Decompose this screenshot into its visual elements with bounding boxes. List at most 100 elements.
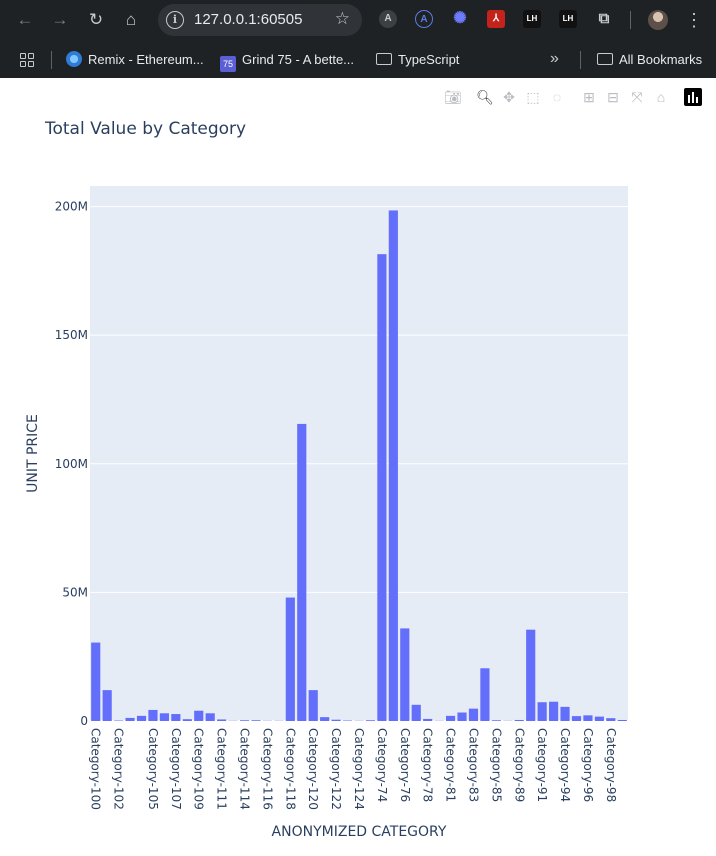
pdf-extension-icon[interactable]: ⅄ xyxy=(487,10,505,28)
x-tick-label: Category-102 xyxy=(112,728,126,810)
address-bar[interactable]: i 127.0.0.1:60505 ☆ xyxy=(158,4,362,36)
x-tick-label: Category-98 xyxy=(604,728,618,802)
bar xyxy=(194,710,204,721)
extensions-puzzle-icon[interactable]: ⧉ xyxy=(595,10,613,28)
bookmark-typescript-folder[interactable]: TypeScript xyxy=(376,51,459,69)
plot-background xyxy=(90,186,628,721)
x-tick-label: Category-91 xyxy=(535,728,549,802)
x-tick-label: Category-78 xyxy=(421,728,435,802)
profile-avatar[interactable] xyxy=(648,10,668,30)
home-icon[interactable]: ⌂ xyxy=(119,8,143,32)
reset-axes-icon[interactable]: ⌂ xyxy=(652,88,670,106)
more-bookmarks-chevron-icon[interactable]: » xyxy=(550,50,559,68)
x-tick-label: Category-118 xyxy=(283,728,297,810)
plotly-logo-icon[interactable] xyxy=(684,88,702,106)
bar xyxy=(514,719,524,721)
bar xyxy=(308,690,318,721)
angular-extension-icon[interactable]: A xyxy=(379,10,397,28)
lighthouse-extension-icon[interactable]: LH xyxy=(523,10,541,28)
x-tick-label: Category-122 xyxy=(329,728,343,810)
apps-grid-icon[interactable] xyxy=(20,53,34,67)
box-select-icon[interactable]: ⬚ xyxy=(524,88,542,106)
y-tick-label: 200M xyxy=(55,200,88,214)
bar xyxy=(571,716,582,721)
bar xyxy=(377,254,387,721)
camera-icon[interactable]: 📷︎ xyxy=(444,88,462,106)
x-tick-label: Category-85 xyxy=(489,728,503,802)
autoscale-icon[interactable]: ⤧ xyxy=(628,88,646,106)
y-tick-label: 150M xyxy=(55,328,88,342)
grind75-icon: 75 xyxy=(220,56,236,72)
x-tick-label: Category-116 xyxy=(260,728,274,810)
bar xyxy=(365,720,376,721)
bar xyxy=(239,720,250,721)
url-text[interactable]: 127.0.0.1:60505 xyxy=(194,11,302,28)
bar xyxy=(159,713,169,721)
bar xyxy=(457,712,467,721)
bookmark-label: TypeScript xyxy=(398,52,460,67)
back-icon[interactable]: ← xyxy=(13,8,37,32)
bar xyxy=(217,719,227,721)
x-axis-title: ANONYMIZED CATEGORY xyxy=(272,824,447,840)
bar xyxy=(388,210,398,721)
lighthouse-extension-icon-2[interactable]: LH xyxy=(559,10,577,28)
bar xyxy=(91,642,101,721)
bar xyxy=(114,720,124,721)
bar xyxy=(606,718,616,721)
remix-icon xyxy=(66,51,82,67)
y-tick-label: 100M xyxy=(55,457,88,471)
bar xyxy=(125,717,135,721)
x-tick-label: Category-100 xyxy=(89,728,103,810)
folder-icon xyxy=(376,53,392,65)
bookmark-label: Remix - Ethereum... xyxy=(88,52,204,67)
all-bookmarks-folder[interactable]: All Bookmarks xyxy=(597,51,702,69)
gear-extension-icon[interactable]: ✺ xyxy=(451,10,469,28)
bookmark-remix[interactable]: Remix - Ethereum... xyxy=(66,51,204,69)
bookmarks-divider xyxy=(580,51,581,69)
pan-icon[interactable]: ✥ xyxy=(500,88,518,106)
lasso-icon[interactable]: ◌ xyxy=(548,88,566,106)
x-tick-label: Category-76 xyxy=(398,728,412,802)
bar xyxy=(411,704,421,721)
bar xyxy=(560,706,570,721)
page-content: 📷︎ 🔍︎ ✥ ⬚ ◌ ⊞ ⊟ ⤧ ⌂ Total Value by Categ… xyxy=(0,78,716,856)
bar xyxy=(583,715,593,721)
bookmark-grind75[interactable]: 75 Grind 75 - A bette... xyxy=(220,51,355,72)
x-tick-label: Category-114 xyxy=(238,728,252,810)
menu-kebab-icon[interactable]: ⋮ xyxy=(684,8,704,32)
bar xyxy=(182,719,192,721)
x-tick-label: Category-111 xyxy=(215,728,229,810)
x-tick-label: Category-83 xyxy=(466,728,480,802)
zoom-out-icon[interactable]: ⊟ xyxy=(604,88,622,106)
x-tick-label: Category-94 xyxy=(558,728,572,802)
bar xyxy=(285,597,295,721)
x-tick-label: Category-120 xyxy=(306,728,320,810)
bar xyxy=(617,719,627,721)
bar xyxy=(331,719,341,721)
bar xyxy=(171,714,181,721)
forward-icon[interactable]: → xyxy=(48,8,72,32)
reload-icon[interactable]: ↻ xyxy=(84,8,108,32)
x-tick-label: Category-81 xyxy=(444,728,458,802)
bookmark-label: Grind 75 - A bette... xyxy=(242,52,355,67)
bar xyxy=(297,423,307,721)
bar-chart: 0 50M 100M 150M 200M Category-100 Category-102… xyxy=(25,186,628,840)
bar xyxy=(423,718,433,721)
bar xyxy=(468,708,479,721)
bookmark-star-icon[interactable]: ☆ xyxy=(335,9,350,29)
x-tick-label: Category-107 xyxy=(169,728,183,810)
browser-toolbar: ← → ↻ ⌂ i 127.0.0.1:60505 ☆ A A ✺ ⅄ LH L… xyxy=(0,0,716,40)
toolbar-divider xyxy=(630,11,631,29)
zoom-icon[interactable]: 🔍︎ xyxy=(476,88,494,106)
bar xyxy=(537,702,547,721)
x-tick-label: Category-74 xyxy=(375,728,389,802)
bar xyxy=(491,720,501,721)
bar xyxy=(205,713,215,721)
bar xyxy=(102,690,112,721)
site-info-icon[interactable]: i xyxy=(166,11,184,29)
zoom-in-icon[interactable]: ⊞ xyxy=(580,88,598,106)
bar xyxy=(400,628,410,721)
a-extension-icon[interactable]: A xyxy=(415,10,433,28)
bar xyxy=(251,720,261,721)
bar xyxy=(480,668,490,721)
